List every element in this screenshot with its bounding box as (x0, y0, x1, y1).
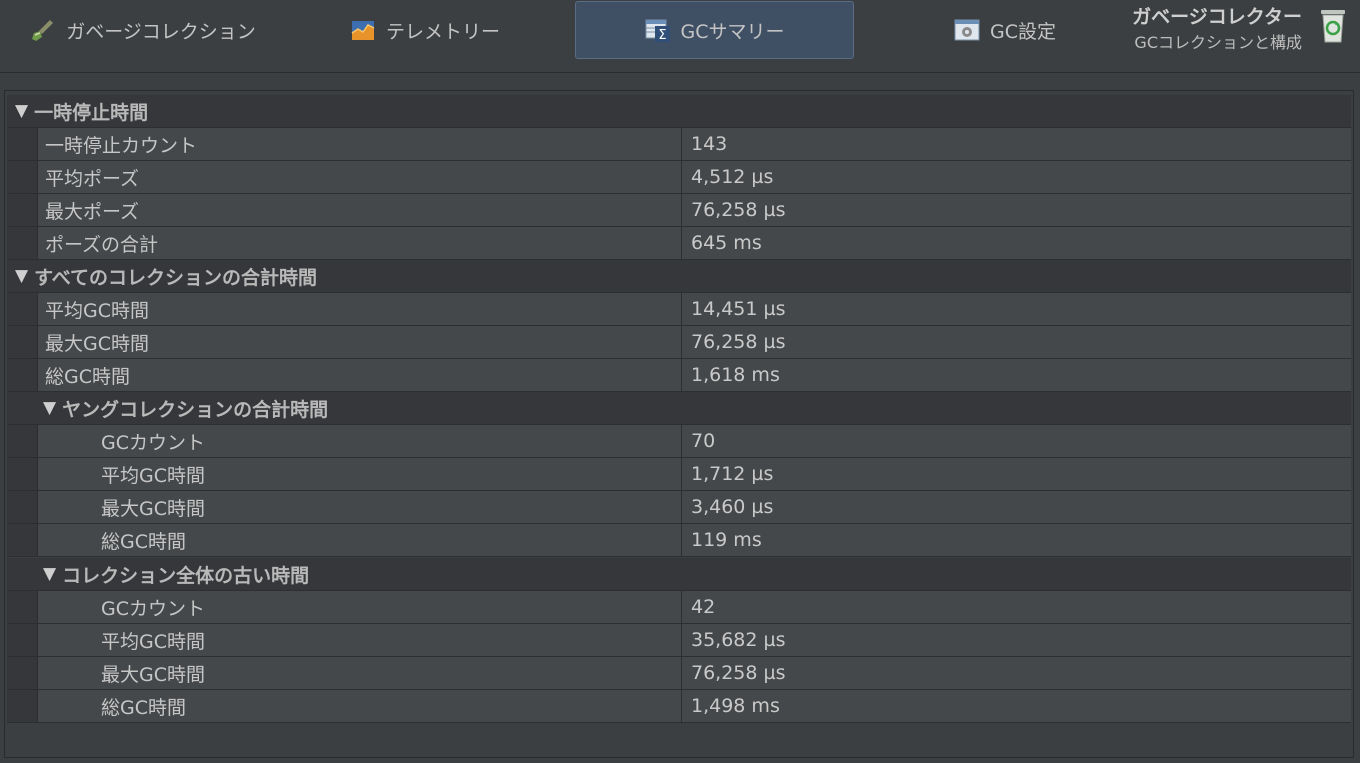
row-label: 総GC時間 (45, 365, 130, 388)
row-value: 42 (691, 596, 716, 618)
row-value: 35,682 µs (691, 629, 786, 651)
group-old-collections[interactable]: ▼ コレクション全体の古い時間 (7, 558, 1351, 591)
tab-gc-settings[interactable]: GC設定 (890, 1, 1120, 59)
gear-icon (954, 19, 980, 41)
row-label: 最大ポーズ (45, 200, 140, 223)
table-row: 最大GC時間 76,258 µs (7, 657, 1351, 690)
row-label: GCカウント (101, 597, 205, 620)
table-row: 平均GC時間 1,712 µs (7, 458, 1351, 491)
row-label: 総GC時間 (101, 530, 186, 553)
chart-icon (351, 21, 375, 40)
group-title: コレクション全体の古い時間 (62, 564, 310, 587)
row-label: 平均ポーズ (45, 167, 140, 190)
row-value: 1,498 ms (691, 695, 780, 717)
svg-text:Σ: Σ (658, 28, 666, 43)
row-label: 最大GC時間 (45, 332, 149, 355)
row-value: 143 (691, 133, 728, 155)
broom-icon (32, 20, 54, 41)
tab-gc-summary[interactable]: Σ GCサマリー (575, 1, 854, 59)
row-value: 1,618 ms (691, 364, 780, 386)
row-label: 総GC時間 (101, 696, 186, 719)
table-row: 平均GC時間 14,451 µs (7, 293, 1351, 326)
expand-arrow-icon[interactable]: ▼ (43, 564, 56, 584)
row-value: 76,258 µs (691, 662, 786, 684)
group-all-collections[interactable]: ▼ すべてのコレクションの合計時間 (7, 260, 1351, 293)
table-row: 最大GC時間 3,460 µs (7, 491, 1351, 524)
table-row: 一時停止カウント 143 (7, 128, 1351, 161)
table-row: 最大ポーズ 76,258 µs (7, 194, 1351, 227)
tab-label: ガベージコレクション (66, 20, 256, 43)
tab-label: テレメトリー (385, 20, 500, 43)
row-value: 1,712 µs (691, 463, 774, 485)
group-young-collections[interactable]: ▼ ヤングコレクションの合計時間 (7, 392, 1351, 425)
row-label: ポーズの合計 (45, 233, 159, 256)
expand-arrow-icon[interactable]: ▼ (15, 101, 28, 121)
group-pause-time[interactable]: ▼ 一時停止時間 (7, 95, 1351, 128)
table-row: 総GC時間 119 ms (7, 524, 1351, 557)
table-row: GCカウント 42 (7, 591, 1351, 624)
header-title-block: ガベージコレクター GCコレクションと構成 (1132, 4, 1302, 56)
row-value: 70 (691, 430, 716, 452)
gc-summary-table: ▼ 一時停止時間 一時停止カウント 143 平均ポーズ 4,512 µs 最大ポ… (4, 90, 1354, 758)
row-label: 最大GC時間 (101, 663, 205, 686)
group-title: すべてのコレクションの合計時間 (34, 266, 317, 289)
row-value: 4,512 µs (691, 166, 774, 188)
tab-label: GCサマリー (680, 20, 785, 43)
row-label: 平均GC時間 (101, 464, 205, 487)
row-value: 119 ms (691, 529, 762, 551)
tab-label: GC設定 (990, 20, 1056, 43)
row-value: 76,258 µs (691, 199, 786, 221)
row-label: 最大GC時間 (101, 497, 205, 520)
table-row: GCカウント 70 (7, 425, 1351, 458)
group-title: 一時停止時間 (34, 101, 149, 124)
sigma-table-icon: Σ (645, 19, 670, 43)
row-value: 14,451 µs (691, 298, 786, 320)
table-row: 平均GC時間 35,682 µs (7, 624, 1351, 657)
table-row: ポーズの合計 645 ms (7, 227, 1351, 260)
table-row: 総GC時間 1,618 ms (7, 359, 1351, 392)
table-row: 最大GC時間 76,258 µs (7, 326, 1351, 359)
row-label: GCカウント (101, 431, 205, 454)
row-label: 平均GC時間 (101, 630, 205, 653)
row-label: 一時停止カウント (45, 134, 198, 157)
expand-arrow-icon[interactable]: ▼ (15, 266, 28, 286)
row-value: 645 ms (691, 232, 762, 254)
page-subtitle: GCコレクションと構成 (1134, 33, 1302, 52)
group-title: ヤングコレクションの合計時間 (62, 398, 329, 421)
top-bar: ガベージコレクション テレメトリー Σ GCサマリー GC設定 ガベージコレクタ (0, 0, 1360, 73)
recycle-bin-icon (1321, 10, 1345, 43)
tab-telemetry[interactable]: テレメトリー (300, 1, 550, 59)
row-value: 3,460 µs (691, 496, 774, 518)
row-value: 76,258 µs (691, 331, 786, 353)
row-label: 平均GC時間 (45, 299, 149, 322)
expand-arrow-icon[interactable]: ▼ (43, 398, 56, 418)
table-row: 総GC時間 1,498 ms (7, 690, 1351, 723)
page-title: ガベージコレクター (1132, 6, 1302, 28)
table-row: 平均ポーズ 4,512 µs (7, 161, 1351, 194)
tab-garbage-collection[interactable]: ガベージコレクション (8, 1, 278, 59)
